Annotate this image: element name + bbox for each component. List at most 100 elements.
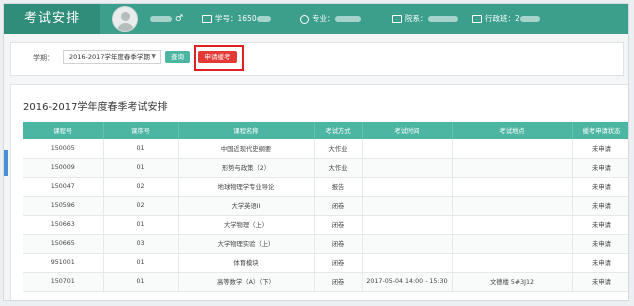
cell-deferral-status: 未申请: [572, 234, 628, 254]
user-name: ♂: [150, 4, 183, 34]
cell-course-name: 地球物理学专业导论: [178, 177, 315, 197]
student-id-label: 学号：1650: [215, 14, 257, 23]
check-circle-icon: [300, 14, 309, 24]
redacted-class: [519, 16, 540, 22]
col-course-id[interactable]: 课程号: [23, 122, 104, 139]
id-card-icon: [202, 15, 212, 23]
top-header-bar: 考试安排 ♂ 学号：1650 专业： 院系： 行政班：2: [4, 4, 628, 34]
filter-panel: 学期： 2016-2017学年度春季学期 ▼ 查询 申请缓考: [10, 42, 624, 76]
term-label: 学期：: [33, 54, 54, 62]
class: 行政班：2: [472, 4, 540, 34]
apply-deferral-button[interactable]: 申请缓考: [198, 51, 237, 63]
table-row: 150009 01 形势与政策（2） 大作业 未申请: [23, 158, 628, 178]
cell-deferral-status: 未申请: [572, 196, 628, 216]
cell-course-id: 150047: [23, 177, 104, 197]
table-row: 150047 02 地球物理学专业导论 报告 未申请: [23, 177, 628, 197]
cell-deferral-status: 未申请: [572, 177, 628, 197]
cell-exam-time: [362, 215, 453, 235]
cell-deferral-status: 未申请: [572, 139, 628, 159]
student-id: 学号：1650: [202, 4, 271, 34]
cell-course-name: 体育模块: [178, 253, 315, 273]
cell-section: 02: [103, 177, 179, 197]
cell-deferral-status: 未申请: [572, 158, 628, 178]
col-exam-method[interactable]: 考试方式: [314, 122, 363, 139]
cell-course-id: 150596: [23, 196, 104, 216]
monitor-icon: [392, 15, 402, 23]
table-row: 150701 01 高等数学（A）（下） 闭卷 2017-05-04 14:00…: [23, 272, 628, 292]
cell-course-id: 150701: [23, 272, 104, 292]
male-icon: ♂: [175, 14, 184, 24]
cell-course-name: 形势与政策（2）: [178, 158, 315, 178]
side-collapse-tab[interactable]: [4, 150, 8, 176]
cell-course-id: 951001: [23, 253, 104, 273]
cell-course-name: 大学物理（上）: [178, 215, 315, 235]
redacted-major: [334, 16, 361, 22]
query-button[interactable]: 查询: [165, 51, 190, 63]
cell-course-name: 大学物理实验（上）: [178, 234, 315, 254]
cell-exam-location: [452, 253, 573, 273]
app-frame: 考试安排 ♂ 学号：1650 专业： 院系： 行政班：2 学期： 2016-20…: [3, 3, 629, 301]
cell-deferral-status: 未申请: [572, 253, 628, 273]
cell-section: 02: [103, 196, 179, 216]
col-deferral-status[interactable]: 缓考申请状态: [572, 122, 628, 139]
cell-section: 01: [103, 158, 179, 178]
department: 院系：: [392, 4, 458, 34]
cell-section: 03: [103, 234, 179, 254]
cell-exam-time: 2017-05-04 14:00 - 15:30: [362, 272, 453, 292]
col-course-name[interactable]: 课程名称: [178, 122, 315, 139]
cell-exam-time: [362, 253, 453, 273]
cell-exam-method: 闭卷: [314, 215, 363, 235]
table-row: 150596 02 大学英语II 闭卷 未申请: [23, 196, 628, 216]
cell-exam-method: 闭卷: [314, 196, 363, 216]
table-row: 951001 01 体育模块 闭卷 未申请: [23, 253, 628, 273]
col-exam-location[interactable]: 考试地点: [452, 122, 573, 139]
cell-exam-location: [452, 215, 573, 235]
book-icon: [472, 15, 482, 23]
cell-course-name: 高等数学（A）（下）: [178, 272, 315, 292]
table-header-row: 课程号 课序号 课程名称 考试方式 考试时间 考试地点 缓考申请状态: [23, 122, 628, 139]
chevron-down-icon: ▼: [151, 53, 156, 60]
cell-deferral-status: 未申请: [572, 272, 628, 292]
cell-exam-time: [362, 139, 453, 159]
page-title: 2016-2017学年度春季考试安排: [23, 102, 168, 113]
major: 专业：: [300, 4, 361, 34]
term-select-value: 2016-2017学年度春季学期: [69, 53, 150, 61]
app-title: 考试安排: [4, 4, 100, 34]
cell-exam-location: [452, 158, 573, 178]
cell-exam-location: [452, 177, 573, 197]
col-exam-time[interactable]: 考试时间: [362, 122, 453, 139]
avatar[interactable]: [112, 6, 138, 32]
cell-section: 01: [103, 272, 179, 292]
redacted-name: [150, 16, 172, 22]
cell-exam-method: 大作业: [314, 139, 363, 159]
cell-course-id: 150005: [23, 139, 104, 159]
avatar-body-shape: [117, 23, 134, 31]
cell-exam-time: [362, 177, 453, 197]
table-row: 150665 03 大学物理实验（上） 闭卷 未申请: [23, 234, 628, 254]
cell-course-name: 中国近现代史纲要: [178, 139, 315, 159]
cell-exam-location: 文德楼 5#3J12: [452, 272, 573, 292]
cell-exam-location: [452, 139, 573, 159]
cell-course-id: 150009: [23, 158, 104, 178]
cell-course-id: 150663: [23, 215, 104, 235]
exam-schedule-panel: 2016-2017学年度春季考试安排 课程号 课序号 课程名称 考试方式 考试时…: [10, 84, 628, 300]
col-section[interactable]: 课序号: [103, 122, 179, 139]
cell-course-name: 大学英语II: [178, 196, 315, 216]
cell-deferral-status: 未申请: [572, 215, 628, 235]
cell-exam-method: 闭卷: [314, 272, 363, 292]
cell-exam-time: [362, 234, 453, 254]
exam-table: 课程号 课序号 课程名称 考试方式 考试时间 考试地点 缓考申请状态 15000…: [23, 122, 628, 292]
cell-exam-location: [452, 234, 573, 254]
cell-exam-location: [452, 196, 573, 216]
term-select[interactable]: 2016-2017学年度春季学期 ▼: [63, 50, 161, 64]
department-label: 院系：: [405, 14, 428, 23]
cell-exam-method: 闭卷: [314, 234, 363, 254]
cell-section: 01: [103, 253, 179, 273]
table-row: 150005 01 中国近现代史纲要 大作业 未申请: [23, 139, 628, 159]
cell-section: 01: [103, 215, 179, 235]
cell-exam-time: [362, 158, 453, 178]
class-label: 行政班：2: [485, 14, 520, 23]
table-row: 150663 01 大学物理（上） 闭卷 未申请: [23, 215, 628, 235]
redacted-department: [427, 16, 458, 22]
cell-section: 01: [103, 139, 179, 159]
